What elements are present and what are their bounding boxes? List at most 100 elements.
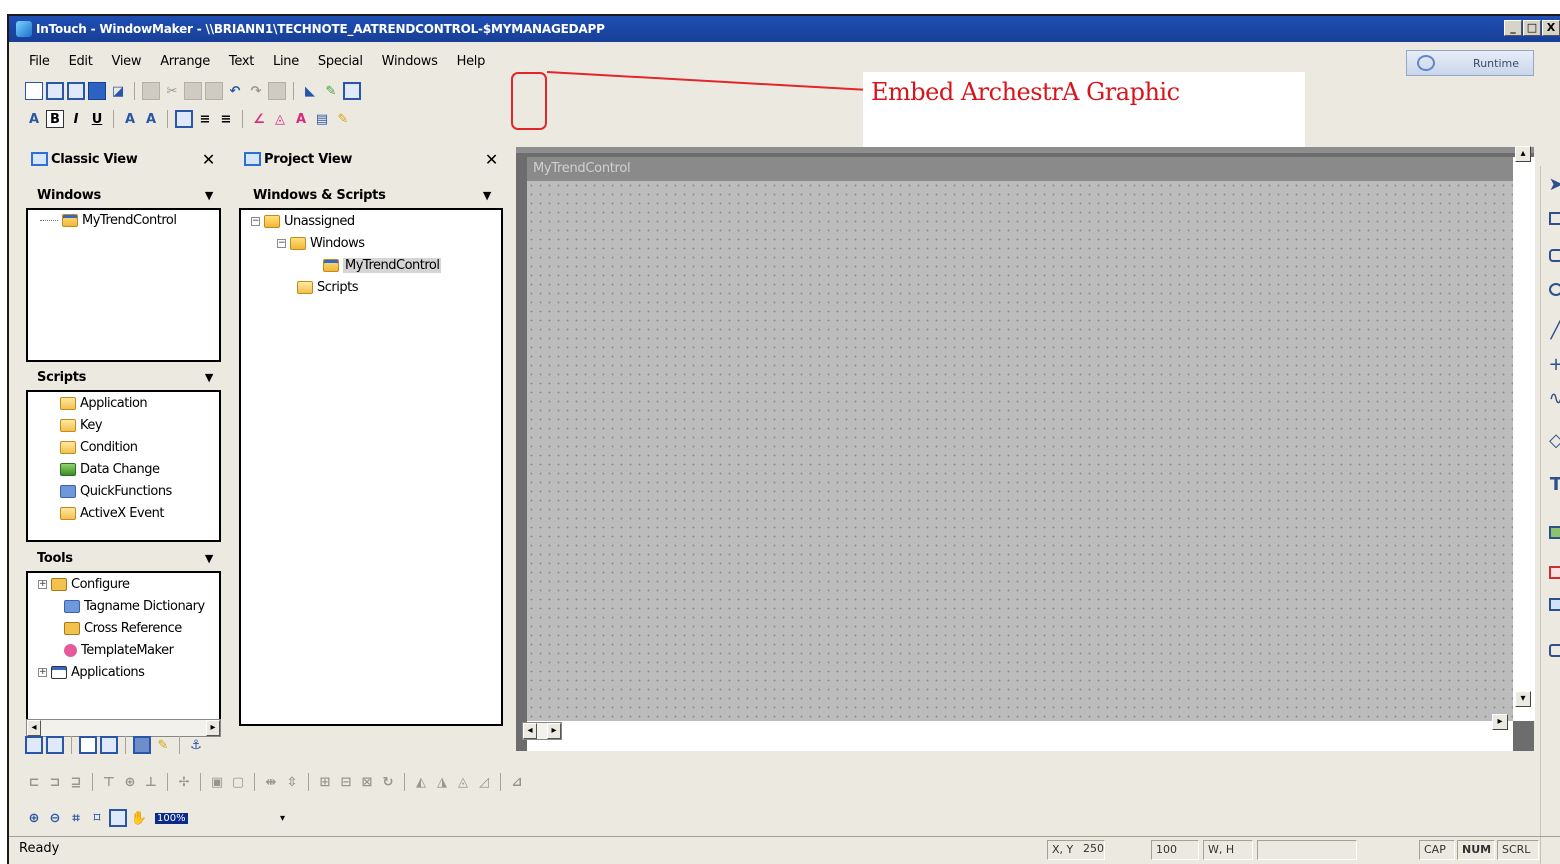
- align-center-points-icon[interactable]: ✢: [175, 773, 193, 791]
- tools-section-header[interactable]: Tools ▼: [27, 547, 223, 569]
- list-item[interactable]: TemplateMaker: [64, 640, 174, 660]
- scroll-left-arrow[interactable]: ◂: [523, 723, 537, 739]
- embed-activex-icon[interactable]: [343, 82, 361, 100]
- window-color-icon[interactable]: ▤: [313, 110, 331, 128]
- fill-color-icon[interactable]: ◬: [271, 110, 289, 128]
- collapse-node-icon[interactable]: −: [251, 216, 260, 226]
- list-item[interactable]: + Configure: [38, 574, 130, 594]
- list-item[interactable]: QuickFunctions: [60, 481, 172, 501]
- close-button[interactable]: X: [1542, 20, 1560, 36]
- collapse-node-icon[interactable]: −: [277, 238, 286, 248]
- list-item[interactable]: Tagname Dictionary: [64, 596, 205, 616]
- list-item[interactable]: Cross Reference: [64, 618, 182, 638]
- menu-help[interactable]: Help: [457, 54, 486, 69]
- make-symbol-icon[interactable]: ⊠: [358, 773, 376, 791]
- space-horizontal-icon[interactable]: ⇹: [262, 773, 280, 791]
- dropdown-arrow-icon[interactable]: ▾: [280, 813, 285, 824]
- pan-hand-icon[interactable]: ✋: [130, 809, 148, 827]
- real-time-trend-icon[interactable]: [1549, 566, 1560, 579]
- list-item[interactable]: MyTrendControl: [40, 210, 177, 230]
- reshape-icon[interactable]: ◬: [454, 773, 472, 791]
- canvas-window-grid[interactable]: [527, 181, 1513, 721]
- scroll-right-arrow[interactable]: ▸: [206, 720, 220, 736]
- smooth-icon[interactable]: ◿: [475, 773, 493, 791]
- scroll-up-arrow[interactable]: ▴: [1515, 146, 1531, 162]
- list-item[interactable]: Condition: [60, 437, 138, 457]
- expand-icon[interactable]: +: [38, 667, 47, 677]
- full-screen-icon[interactable]: [79, 736, 97, 754]
- hv-line-tool-icon[interactable]: +: [1546, 354, 1560, 376]
- copy-icon[interactable]: [184, 82, 202, 100]
- align-center-objects-icon[interactable]: ⊐: [46, 773, 64, 791]
- zoom-out-icon[interactable]: ⊖: [46, 809, 64, 827]
- line-color-icon[interactable]: ∠: [250, 110, 268, 128]
- unsmooth-icon[interactable]: ⊿: [508, 773, 526, 791]
- runtime-button[interactable]: Runtime: [1406, 50, 1534, 76]
- list-item[interactable]: ActiveX Event: [60, 503, 165, 523]
- line-tool-icon[interactable]: ╱: [1546, 319, 1560, 341]
- list-item[interactable]: Data Change: [60, 459, 160, 479]
- redo-icon[interactable]: ↷: [247, 82, 265, 100]
- zoom-normal-icon[interactable]: [109, 809, 127, 827]
- project-view-toggle-icon[interactable]: [46, 736, 64, 754]
- underline-icon[interactable]: U: [88, 110, 106, 128]
- menu-file[interactable]: File: [29, 54, 50, 69]
- enlarge-font-icon[interactable]: A: [121, 110, 139, 128]
- scripts-section-header[interactable]: Scripts ▼: [27, 366, 223, 388]
- bold-icon[interactable]: B: [46, 110, 64, 128]
- italic-icon[interactable]: I: [67, 110, 85, 128]
- tree-node-windows[interactable]: − Windows: [277, 233, 365, 253]
- historical-trend-icon[interactable]: [1549, 598, 1560, 611]
- reduce-font-icon[interactable]: A: [142, 110, 160, 128]
- save-all-icon[interactable]: ◪: [109, 82, 127, 100]
- flip-vertical-icon[interactable]: ◮: [433, 773, 451, 791]
- tree-node-scripts[interactable]: Scripts: [297, 277, 358, 297]
- anchor-icon[interactable]: ⚓: [187, 736, 205, 754]
- break-cell-icon[interactable]: ⊟: [337, 773, 355, 791]
- pencil-icon[interactable]: ✎: [154, 736, 172, 754]
- zoom-in-icon[interactable]: ⊕: [25, 809, 43, 827]
- align-bottom-icon[interactable]: ⊥: [142, 773, 160, 791]
- classic-view-hscroll[interactable]: ◂ ▸: [26, 719, 221, 737]
- scroll-right-arrow[interactable]: ▸: [1492, 714, 1508, 730]
- windows-section-header[interactable]: Windows ▼: [27, 184, 223, 206]
- scroll-left-arrow[interactable]: ◂: [27, 720, 41, 736]
- minimize-button[interactable]: _: [1504, 20, 1522, 36]
- bring-to-front-icon[interactable]: ▣: [208, 773, 226, 791]
- undo-icon[interactable]: ↶: [226, 82, 244, 100]
- zoom-to-window-icon[interactable]: ⌑: [88, 809, 106, 827]
- menu-edit[interactable]: Edit: [69, 54, 93, 69]
- align-center-icon[interactable]: ≡: [196, 110, 214, 128]
- font-icon[interactable]: A: [25, 110, 43, 128]
- polyline-tool-icon[interactable]: ∿: [1546, 388, 1560, 410]
- scroll-down-arrow[interactable]: ▾: [1515, 691, 1531, 707]
- tree-node-unassigned[interactable]: − Unassigned: [251, 211, 355, 231]
- align-right-icon[interactable]: ≡: [217, 110, 235, 128]
- windows-scripts-section-header[interactable]: Windows & Scripts ▼: [243, 184, 501, 206]
- menu-view[interactable]: View: [112, 54, 142, 69]
- grid-toggle-icon[interactable]: [100, 736, 118, 754]
- open-window-icon[interactable]: [46, 82, 64, 100]
- align-middle-icon[interactable]: ⊕: [121, 773, 139, 791]
- make-cell-icon[interactable]: ⊞: [316, 773, 334, 791]
- menu-windows[interactable]: Windows: [382, 54, 438, 69]
- menu-special[interactable]: Special: [318, 54, 363, 69]
- save-icon[interactable]: [88, 82, 106, 100]
- menu-text[interactable]: Text: [229, 54, 254, 69]
- zoom-to-selection-icon[interactable]: ⌗: [67, 809, 85, 827]
- list-item[interactable]: + Applications: [38, 662, 145, 682]
- align-right-objects-icon[interactable]: ⊒: [67, 773, 85, 791]
- rectangle-tool-icon[interactable]: [1549, 212, 1560, 225]
- maximize-button[interactable]: □: [1523, 20, 1541, 36]
- cut-icon[interactable]: [142, 82, 160, 100]
- selector-arrow-icon[interactable]: ➤: [1546, 174, 1560, 196]
- canvas-vscroll[interactable]: [1513, 157, 1535, 721]
- close-window-icon[interactable]: [67, 82, 85, 100]
- align-left-objects-icon[interactable]: ⊏: [25, 773, 43, 791]
- ellipse-tool-icon[interactable]: [1549, 283, 1560, 296]
- align-left-icon[interactable]: [175, 110, 193, 128]
- rotate-icon[interactable]: ↻: [379, 773, 397, 791]
- text-color-icon[interactable]: A: [292, 110, 310, 128]
- close-project-view-button[interactable]: ✕: [485, 150, 498, 169]
- polygon-tool-icon[interactable]: ◇: [1546, 430, 1560, 452]
